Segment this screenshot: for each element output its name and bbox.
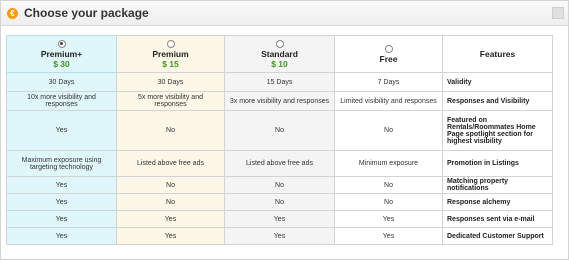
table-cell: Listed above free ads <box>224 150 335 177</box>
feature-label: Validity <box>442 72 553 92</box>
table-cell: Yes <box>6 193 117 211</box>
table-cell: No <box>116 193 225 211</box>
table-row: Yes No No No Response alchemy <box>6 193 553 211</box>
table-row: Yes Yes Yes Yes Responses sent via e-mail <box>6 210 553 228</box>
feature-label: Promotion in Listings <box>442 150 553 177</box>
table-row: Maximum exposure using targeting technol… <box>6 150 553 177</box>
plan-name: Standard <box>261 48 298 59</box>
table-cell: Listed above free ads <box>116 150 225 177</box>
table-cell: 7 Days <box>334 72 443 92</box>
feature-label: Response alchemy <box>442 193 553 211</box>
table-cell: No <box>334 176 443 194</box>
table-cell: 5x more visibility and responses <box>116 91 225 111</box>
table-cell: No <box>224 193 335 211</box>
table-cell: No <box>116 110 225 151</box>
table-cell: Yes <box>334 210 443 228</box>
table-cell: Yes <box>116 210 225 228</box>
plan-header-row: Premium+ $ 30 Premium $ 15 Standard $ 10… <box>6 35 553 73</box>
table-cell: Limited visibility and responses <box>334 91 443 111</box>
plan-radio[interactable] <box>166 39 175 48</box>
features-header: Features <box>442 35 553 73</box>
table-row: 10x more visibility and responses 5x more… <box>6 91 553 111</box>
table-cell: Minimum exposure <box>334 150 443 177</box>
feature-label: Responses sent via e-mail <box>442 210 553 228</box>
plan-free[interactable]: Free <box>334 35 443 73</box>
table-cell: No <box>224 110 335 151</box>
plan-standard[interactable]: Standard $ 10 <box>224 35 335 73</box>
table-cell: Yes <box>6 227 117 245</box>
plan-name: Free <box>379 53 398 64</box>
plan-premium-plus[interactable]: Premium+ $ 30 <box>6 35 117 73</box>
plan-price: $ 10 <box>271 58 288 69</box>
table-row: 30 Days 30 Days 15 Days 7 Days Validity <box>6 72 553 92</box>
package-table: Premium+ $ 30 Premium $ 15 Standard $ 10… <box>6 35 553 245</box>
plan-premium[interactable]: Premium $ 15 <box>116 35 225 73</box>
table-cell: No <box>116 176 225 194</box>
panel-title: Choose your package <box>24 6 149 20</box>
plan-name: Premium <box>152 48 189 59</box>
table-row: Yes Yes Yes Yes Dedicated Customer Support <box>6 227 553 245</box>
table-cell: Yes <box>116 227 225 245</box>
panel-header: € Choose your package <box>1 1 568 26</box>
table-cell: No <box>334 193 443 211</box>
table-cell: No <box>334 110 443 151</box>
table-cell: Yes <box>6 210 117 228</box>
plan-radio[interactable] <box>275 39 284 48</box>
table-cell: Yes <box>6 110 117 151</box>
table-cell: Yes <box>224 227 335 245</box>
table-cell: 30 Days <box>6 72 117 92</box>
info-circle-icon: € <box>7 7 18 19</box>
collapse-button[interactable] <box>552 7 564 19</box>
table-cell: 10x more visibility and responses <box>6 91 117 111</box>
table-cell: 15 Days <box>224 72 335 92</box>
table-cell: No <box>224 176 335 194</box>
plan-price: $ 15 <box>162 58 179 69</box>
feature-label: Dedicated Customer Support <box>442 227 553 245</box>
table-cell: Yes <box>6 176 117 194</box>
table-cell: Yes <box>224 210 335 228</box>
table-cell: Maximum exposure using targeting technol… <box>6 150 117 177</box>
plan-name: Premium+ <box>40 48 83 59</box>
package-panel: € Choose your package Premium+ $ 30 Prem… <box>0 0 569 260</box>
table-row: Yes No No No Featured on Rentals/Roommates H… <box>6 110 553 151</box>
plan-radio[interactable] <box>57 39 66 48</box>
table-cell: 3x more visibility and responses <box>224 91 335 111</box>
feature-label: Responses and Visibility <box>442 91 553 111</box>
feature-label: Featured on Rentals/Roommates Home Page … <box>442 110 553 151</box>
plan-price: $ 30 <box>53 58 70 69</box>
table-cell: Yes <box>334 227 443 245</box>
feature-label: Matching property notifications <box>442 176 553 194</box>
table-cell: 30 Days <box>116 72 225 92</box>
plan-radio[interactable] <box>384 44 393 53</box>
table-row: Yes No No No Matching property notifications <box>6 176 553 194</box>
